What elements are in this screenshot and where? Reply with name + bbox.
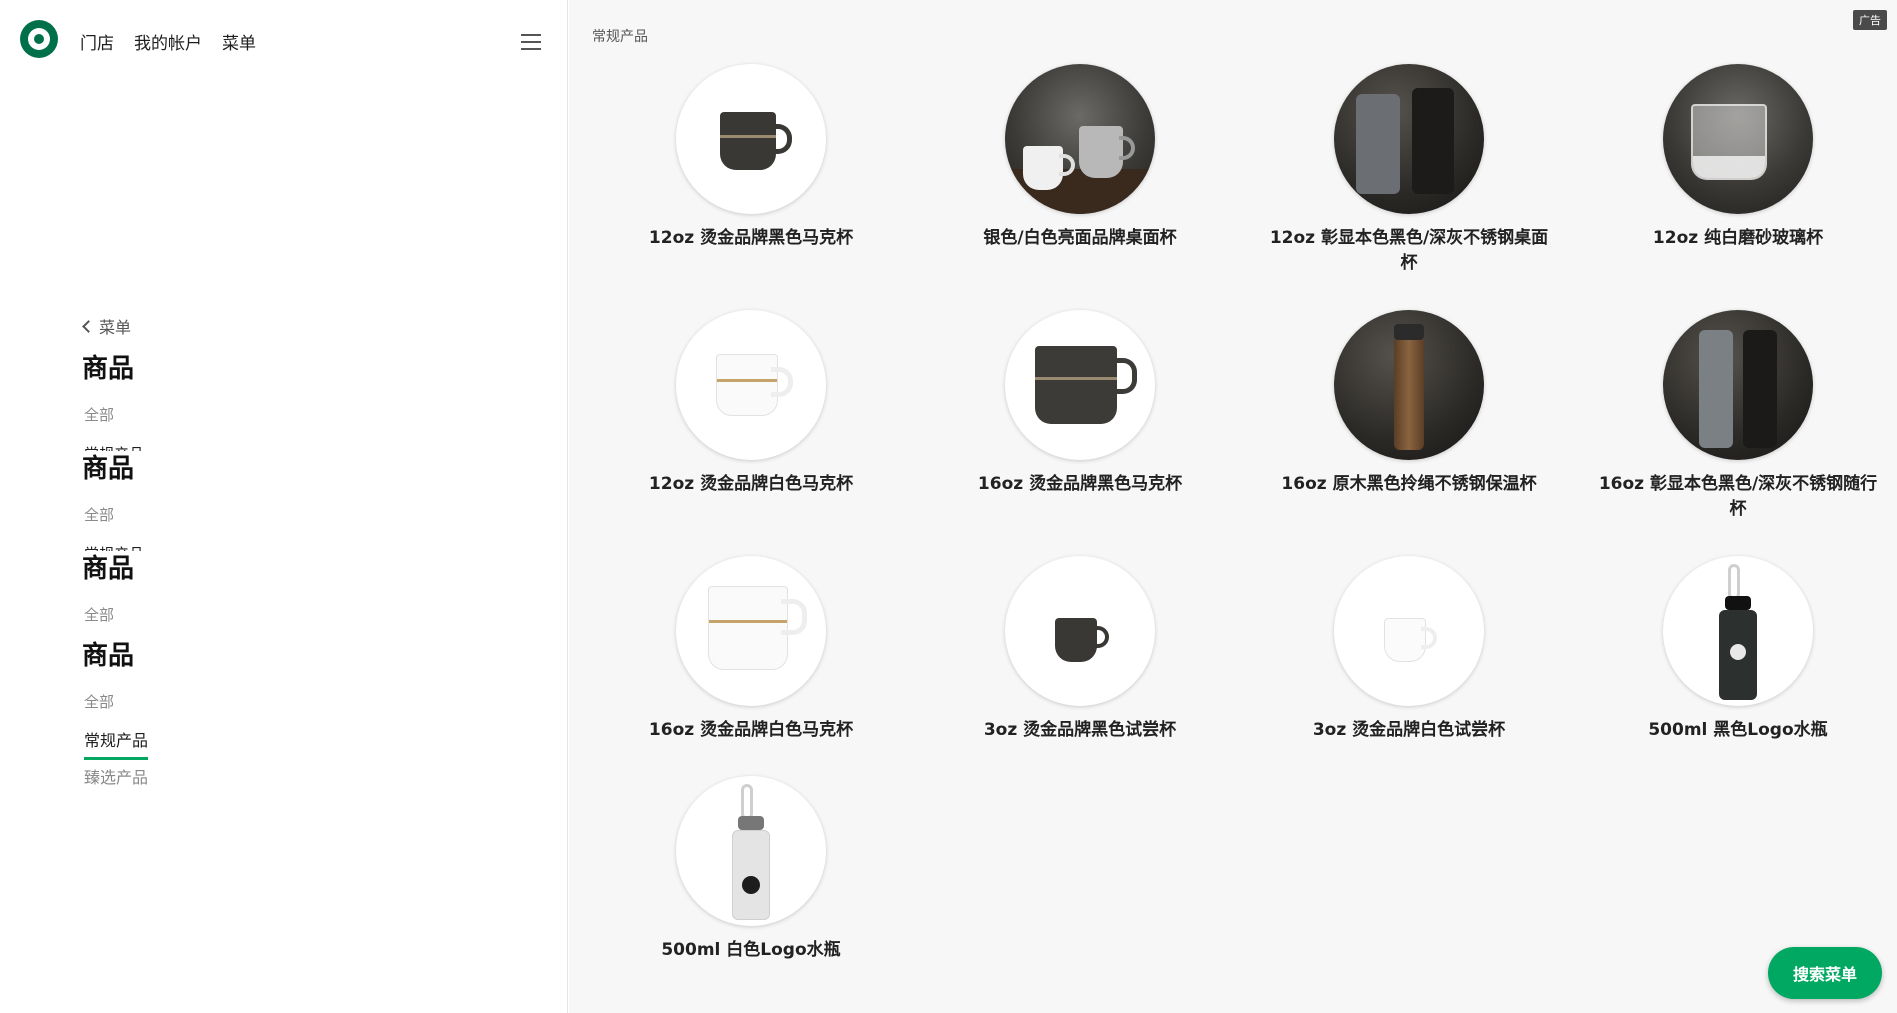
product-card[interactable]: 12oz 纯白磨砂玻璃杯 bbox=[1588, 64, 1888, 251]
product-card[interactable]: 3oz 烫金品牌黑色试尝杯 bbox=[930, 556, 1230, 743]
search-menu-button[interactable]: 搜索菜单 bbox=[1768, 947, 1882, 999]
product-name: 16oz 彰显本色黑色/深灰不锈钢随行杯 bbox=[1598, 474, 1878, 519]
product-image bbox=[1663, 310, 1813, 460]
product-image bbox=[1334, 64, 1484, 214]
product-image bbox=[676, 310, 826, 460]
sidebar-item-all[interactable]: 全部 bbox=[84, 404, 114, 425]
section-title: 商品 bbox=[82, 641, 135, 671]
product-card[interactable]: 3oz 烫金品牌白色试尝杯 bbox=[1259, 556, 1559, 743]
sidebar-item-regular-products[interactable]: 常规产品 bbox=[84, 727, 149, 760]
product-name: 12oz 彰显本色黑色/深灰不锈钢桌面杯 bbox=[1269, 228, 1549, 273]
product-name: 3oz 烫金品牌黑色试尝杯 bbox=[983, 720, 1177, 740]
product-image bbox=[676, 776, 826, 926]
back-to-menu-link[interactable]: 菜单 bbox=[82, 314, 132, 338]
hamburger-menu-icon[interactable] bbox=[521, 34, 541, 50]
product-image bbox=[1663, 556, 1813, 706]
product-name: 16oz 烫金品牌黑色马克杯 bbox=[977, 474, 1183, 494]
nav-link-account[interactable]: 我的帐户 bbox=[134, 29, 202, 54]
product-card[interactable]: 12oz 彰显本色黑色/深灰不锈钢桌面杯 bbox=[1259, 64, 1559, 276]
section-title: 商品 bbox=[82, 454, 135, 484]
product-image bbox=[1005, 64, 1155, 214]
sidebar-item-reserve-products[interactable]: 臻选产品 bbox=[84, 764, 148, 788]
product-card[interactable]: 12oz 烫金品牌白色马克杯 bbox=[601, 310, 901, 497]
ad-badge: 广告 bbox=[1853, 10, 1887, 30]
nav-link-stores[interactable]: 门店 bbox=[80, 29, 114, 54]
nav-link-menu[interactable]: 菜单 bbox=[222, 29, 256, 54]
product-card[interactable]: 12oz 烫金品牌黑色马克杯 bbox=[601, 64, 901, 251]
product-image bbox=[1334, 310, 1484, 460]
product-image bbox=[1005, 556, 1155, 706]
product-name: 16oz 原木黑色拎绳不锈钢保温杯 bbox=[1281, 474, 1537, 494]
product-card[interactable]: 16oz 烫金品牌黑色马克杯 bbox=[930, 310, 1230, 497]
product-name: 500ml 黑色Logo水瓶 bbox=[1648, 720, 1828, 740]
product-name: 12oz 纯白磨砂玻璃杯 bbox=[1652, 228, 1824, 248]
product-name: 3oz 烫金品牌白色试尝杯 bbox=[1312, 720, 1506, 740]
product-image bbox=[676, 556, 826, 706]
product-name: 12oz 烫金品牌黑色马克杯 bbox=[648, 228, 854, 248]
chevron-left-icon bbox=[82, 319, 95, 333]
product-name: 500ml 白色Logo水瓶 bbox=[661, 940, 841, 960]
starbucks-logo-icon[interactable] bbox=[20, 20, 58, 58]
product-card[interactable]: 16oz 烫金品牌白色马克杯 bbox=[601, 556, 901, 743]
product-card[interactable]: 银色/白色亮面品牌桌面杯 bbox=[930, 64, 1230, 251]
product-card[interactable]: 16oz 原木黑色拎绳不锈钢保温杯 bbox=[1259, 310, 1559, 497]
product-image bbox=[676, 64, 826, 214]
product-card[interactable]: 500ml 白色Logo水瓶 bbox=[601, 776, 901, 963]
sidebar-item-all[interactable]: 全部 bbox=[84, 504, 114, 525]
nav-links: 门店 我的帐户 菜单 bbox=[80, 29, 256, 54]
product-image bbox=[1005, 310, 1155, 460]
product-panel: 常规产品 广告 12oz 烫金品牌黑色马克杯 银色/白色亮面品牌桌面杯 12oz… bbox=[569, 0, 1897, 1013]
product-name: 银色/白色亮面品牌桌面杯 bbox=[983, 228, 1177, 248]
product-name: 16oz 烫金品牌白色马克杯 bbox=[648, 720, 854, 740]
left-panel: 门店 我的帐户 菜单 菜单 商品 全部 常规产品 商品 全部 常规产品 商品 全… bbox=[0, 0, 568, 1013]
product-image bbox=[1663, 64, 1813, 214]
section-title: 商品 bbox=[82, 554, 135, 584]
section-title: 商品 bbox=[82, 354, 135, 384]
breadcrumb: 常规产品 bbox=[592, 29, 648, 45]
back-label: 菜单 bbox=[99, 318, 132, 337]
top-nav: 门店 我的帐户 菜单 bbox=[0, 0, 568, 84]
product-image bbox=[1334, 556, 1484, 706]
sidebar-item-all[interactable]: 全部 bbox=[84, 691, 114, 712]
sidebar-item-all[interactable]: 全部 bbox=[84, 604, 114, 625]
product-name: 12oz 烫金品牌白色马克杯 bbox=[648, 474, 854, 494]
product-card[interactable]: 16oz 彰显本色黑色/深灰不锈钢随行杯 bbox=[1588, 310, 1888, 522]
product-card[interactable]: 500ml 黑色Logo水瓶 bbox=[1588, 556, 1888, 743]
